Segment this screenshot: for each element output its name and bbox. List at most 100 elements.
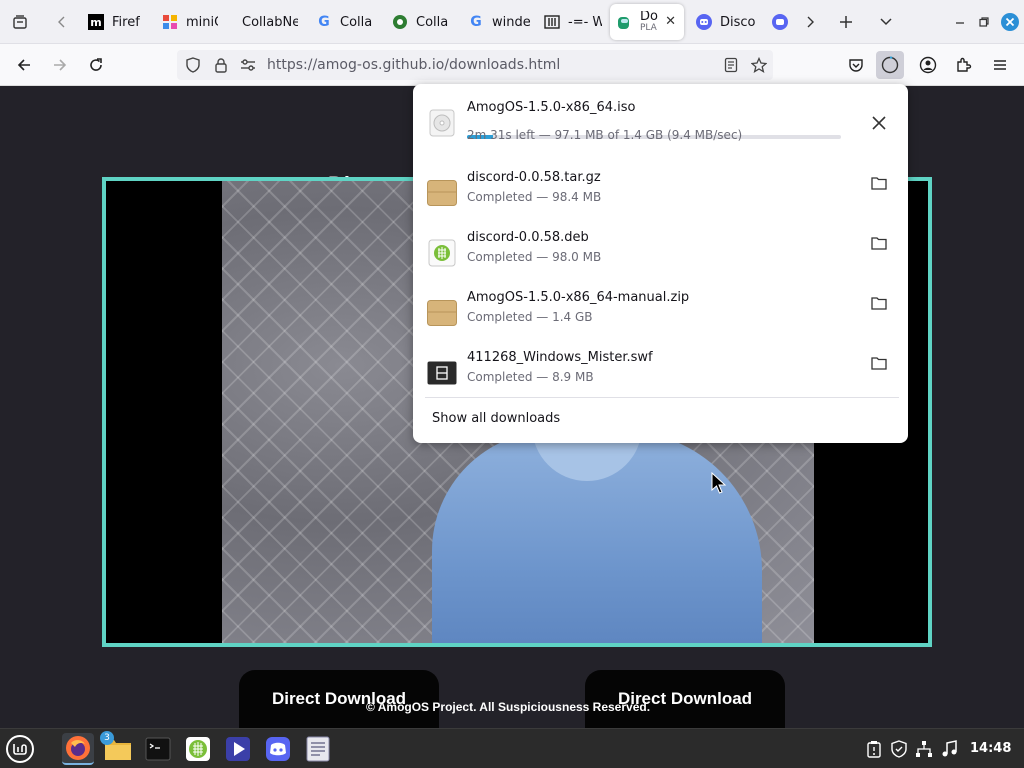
pocket-button[interactable] (842, 51, 870, 79)
discord-icon (696, 14, 712, 30)
account-button[interactable] (914, 51, 942, 79)
download-item[interactable]: discord-0.0.58.tar.gz Completed — 98.4 M… (413, 170, 908, 228)
archive-icon (427, 178, 457, 208)
tab-strip: m Firef miniC CollabNe G Colla Colla G w… (0, 0, 1024, 44)
tab-minic[interactable]: miniC (156, 4, 218, 40)
lock-icon[interactable] (213, 57, 229, 77)
download-item[interactable]: AmogOS-1.5.0-x86_64.iso 2m 31s left — 97… (413, 100, 908, 158)
tray-clipboard-icon[interactable] (864, 739, 884, 759)
close-icon (872, 116, 886, 130)
footer-copyright: © AmogOS Project. All Suspiciousness Res… (366, 700, 651, 714)
tracking-protection-shield-icon[interactable] (185, 57, 201, 77)
scroll-tabs-left-button[interactable] (48, 8, 76, 36)
tab-overview-icon (13, 15, 27, 29)
tab-title: Colla (416, 14, 449, 30)
terminal-icon (145, 737, 171, 761)
tab-collabnet[interactable]: CollabNe (226, 4, 298, 40)
back-button[interactable] (10, 51, 38, 79)
deb-package-icon (427, 238, 457, 268)
download-status: Completed — 8.9 MB (467, 370, 594, 384)
green-circle-icon (392, 14, 408, 30)
show-in-folder-button[interactable] (868, 232, 890, 254)
download-item[interactable]: discord-0.0.58.deb Completed — 98.0 MB (413, 230, 908, 288)
direct-download-button-1[interactable]: Direct Download (239, 670, 439, 728)
menu-button[interactable] (986, 51, 1014, 79)
tray-shield-icon[interactable] (889, 739, 909, 759)
google-g-icon: G (470, 14, 482, 30)
close-window-button[interactable] (998, 10, 1022, 34)
tray-sound-icon[interactable] (940, 739, 960, 759)
tab-winde[interactable]: G winde (462, 4, 530, 40)
discord-icon (772, 14, 788, 30)
google-g-icon: G (318, 14, 330, 30)
extensions-button[interactable] (950, 51, 978, 79)
tab-colla-green[interactable]: Colla (386, 4, 454, 40)
folder-icon (871, 297, 887, 310)
system-taskbar: 3 14:48 (0, 728, 1024, 768)
tray-network-icon[interactable] (914, 739, 934, 759)
downloads-button[interactable] (876, 51, 904, 79)
taskbar-media-player[interactable] (222, 733, 254, 765)
tab-title: -=- W (568, 14, 602, 30)
plus-icon (840, 16, 852, 28)
firefox-icon (66, 736, 90, 760)
show-in-folder-button[interactable] (868, 172, 890, 194)
cancel-download-button[interactable] (868, 112, 890, 134)
start-menu-button[interactable] (4, 733, 36, 765)
taskbar-spreadsheet[interactable] (182, 733, 214, 765)
mozilla-m-icon: m (88, 14, 104, 30)
taskbar-terminal[interactable] (142, 733, 174, 765)
maximize-button[interactable] (972, 10, 996, 34)
folder-icon (871, 237, 887, 250)
scroll-tabs-right-button[interactable] (796, 8, 824, 36)
new-tab-button[interactable] (832, 8, 860, 36)
reader-view-icon[interactable] (723, 57, 739, 77)
taskbar-text-editor[interactable] (302, 733, 334, 765)
forward-button[interactable] (46, 51, 74, 79)
bookmark-star-icon[interactable] (750, 56, 768, 77)
tab-title: CollabNe (242, 14, 298, 30)
download-filename: discord-0.0.58.tar.gz (467, 170, 601, 185)
tab-colla-google[interactable]: G Colla (310, 4, 378, 40)
direct-download-button-2[interactable]: Direct Download (585, 670, 785, 728)
among-us-icon (616, 14, 632, 30)
tab-downloads-active[interactable]: Do PLA ✕ (610, 4, 684, 40)
download-filename: 411268_Windows_Mister.swf (467, 350, 653, 365)
tab-discord[interactable]: Disco (690, 4, 762, 40)
list-all-tabs-button[interactable] (872, 8, 900, 36)
disc-icon (427, 108, 457, 138)
tab-overview-button[interactable] (6, 8, 34, 36)
reload-button[interactable] (82, 51, 110, 79)
show-in-folder-button[interactable] (868, 352, 890, 374)
close-tab-icon[interactable]: ✕ (665, 14, 676, 29)
tab-discord-2[interactable] (766, 4, 794, 40)
arrow-left-icon (17, 59, 30, 71)
download-filename: discord-0.0.58.deb (467, 230, 589, 245)
show-in-folder-button[interactable] (868, 292, 890, 314)
minimize-button[interactable] (948, 10, 972, 34)
permissions-icon[interactable] (239, 57, 257, 77)
address-bar[interactable]: https://amog-os.github.io/downloads.html (177, 50, 773, 80)
url-text[interactable]: https://amog-os.github.io/downloads.html (267, 57, 560, 73)
download-item[interactable]: 411268_Windows_Mister.swf Completed — 8.… (413, 350, 908, 408)
downloads-panel: AmogOS-1.5.0-x86_64.iso 2m 31s left — 97… (413, 84, 908, 443)
tab-firefox[interactable]: m Firef (82, 4, 144, 40)
film-icon (427, 358, 457, 388)
panel-divider (425, 397, 899, 398)
download-status: 2m 31s left — 97.1 MB of 1.4 GB (9.4 MB/… (467, 128, 743, 142)
reload-icon (90, 58, 102, 71)
tab-title: miniC (186, 14, 218, 30)
show-all-downloads-link[interactable]: Show all downloads (432, 411, 560, 426)
spreadsheet-icon (186, 737, 210, 761)
archive-icon (427, 298, 457, 328)
arrow-right-icon (54, 59, 67, 71)
download-status: Completed — 1.4 GB (467, 310, 593, 324)
taskbar-discord[interactable] (262, 733, 294, 765)
tab-title: winde (492, 14, 530, 30)
taskbar-firefox[interactable] (62, 733, 94, 765)
download-item[interactable]: AmogOS-1.5.0-x86_64-manual.zip Completed… (413, 290, 908, 348)
taskbar-clock[interactable]: 14:48 (970, 741, 1011, 756)
minimize-icon (956, 22, 964, 24)
linux-mint-icon (6, 735, 34, 763)
tab-wiki[interactable]: -=- W (538, 4, 602, 40)
